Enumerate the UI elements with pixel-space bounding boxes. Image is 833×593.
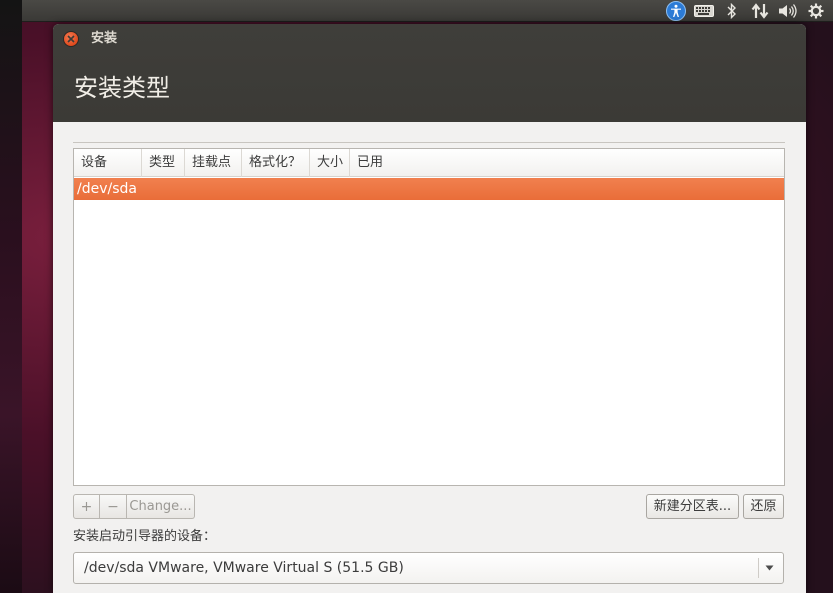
page-title: 安装类型 <box>74 74 170 102</box>
remove-partition-button[interactable]: − <box>100 494 127 519</box>
divider <box>73 142 785 143</box>
top-panel <box>22 0 833 22</box>
close-icon <box>67 35 75 43</box>
keyboard-icon[interactable] <box>693 0 715 22</box>
column-header-used[interactable]: 已用 <box>350 149 784 177</box>
column-header-type[interactable]: 类型 <box>142 149 185 177</box>
accessibility-icon[interactable] <box>665 0 687 22</box>
revert-button[interactable]: 还原 <box>743 494 784 519</box>
network-icon[interactable] <box>749 0 771 22</box>
volume-icon[interactable] <box>777 0 799 22</box>
row-device: /dev/sda <box>77 181 137 197</box>
column-header-size[interactable]: 大小 <box>310 149 350 177</box>
combo-separator <box>758 558 759 578</box>
new-partition-table-button[interactable]: 新建分区表... <box>646 494 739 519</box>
table-row[interactable]: /dev/sda <box>74 178 784 200</box>
partition-table[interactable]: 设备 类型 挂载点 格式化？ 大小 已用 /dev/sda <box>73 148 785 486</box>
column-header-device[interactable]: 设备 <box>74 149 142 177</box>
close-button[interactable] <box>63 31 79 47</box>
bluetooth-icon[interactable] <box>721 0 743 22</box>
system-tray <box>665 0 827 22</box>
bootloader-selected-device: /dev/sda VMware, VMware Virtual S (51.5 … <box>84 560 404 576</box>
column-header-mount-point[interactable]: 挂载点 <box>185 149 242 177</box>
bootloader-label: 安装启动引导器的设备： <box>73 529 217 544</box>
table-header: 设备 类型 挂载点 格式化？ 大小 已用 <box>74 149 784 177</box>
partition-toolbar: + − Change... <box>73 494 195 519</box>
change-partition-button[interactable]: Change... <box>127 494 195 519</box>
installer-window: 安装 安装类型 设备 类型 挂载点 格式化？ 大小 已用 /dev/sda + … <box>53 24 806 593</box>
window-titlebar: 安装 安装类型 <box>53 24 806 122</box>
window-title: 安装 <box>91 31 118 46</box>
settings-icon[interactable] <box>805 0 827 22</box>
launcher-edge <box>0 0 22 593</box>
window-content: 设备 类型 挂载点 格式化？ 大小 已用 /dev/sda + − Change… <box>53 122 806 593</box>
add-partition-button[interactable]: + <box>73 494 100 519</box>
bootloader-device-select[interactable]: /dev/sda VMware, VMware Virtual S (51.5 … <box>73 552 784 584</box>
column-header-format[interactable]: 格式化？ <box>242 149 310 177</box>
chevron-down-icon[interactable] <box>761 553 777 583</box>
